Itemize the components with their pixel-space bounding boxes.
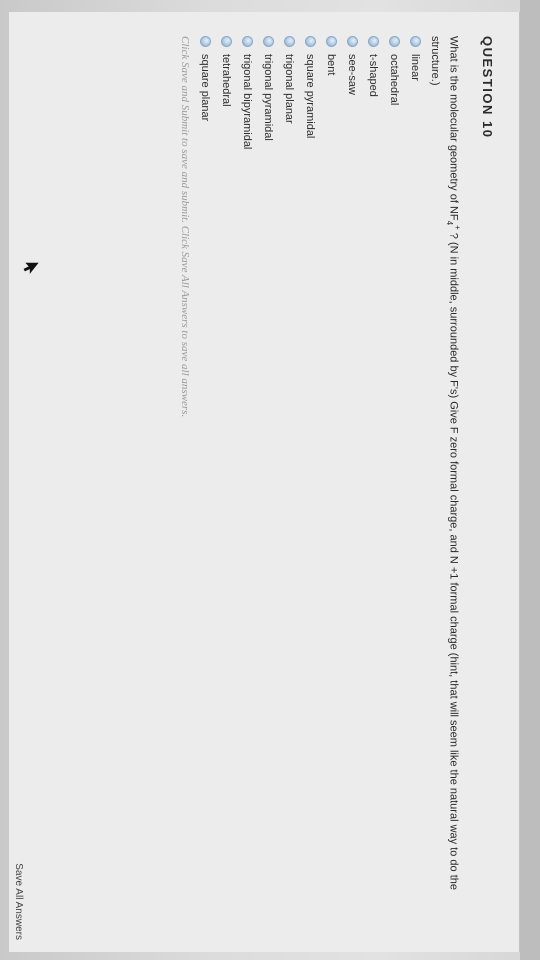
save-instructions: Click Save and Submit to save and submit… — [179, 36, 191, 418]
radio-button-icon[interactable] — [389, 36, 400, 47]
mouse-pointer-icon — [23, 262, 39, 274]
option-trigonal-planar[interactable]: trigonal planar — [279, 36, 300, 436]
option-tetrahedral[interactable]: tetrahedral — [216, 36, 237, 436]
radio-button-icon[interactable] — [368, 36, 379, 47]
option-bent[interactable]: bent — [321, 36, 342, 436]
option-label: square planar — [199, 54, 212, 122]
option-label: trigonal planar — [283, 54, 296, 124]
option-label: t-shaped — [367, 54, 380, 97]
prompt-text-start: What is the molecular geometry of NF — [447, 36, 460, 221]
question-panel: QUESTION 10 What is the molecular geomet… — [9, 12, 520, 952]
option-see-saw[interactable]: see-saw — [342, 36, 363, 436]
option-label: trigonal bipyramidal — [241, 54, 254, 150]
option-trigonal-pyramidal[interactable]: trigonal pyramidal — [258, 36, 279, 436]
radio-button-icon[interactable] — [284, 36, 295, 47]
option-square-pyramidal[interactable]: square pyramidal — [300, 36, 321, 436]
option-label: bent — [325, 54, 338, 76]
option-trigonal-bipyramidal[interactable]: trigonal bipyramidal — [237, 36, 258, 436]
option-label: square pyramidal — [304, 54, 317, 139]
radio-button-icon[interactable] — [326, 36, 337, 47]
radio-button-icon[interactable] — [347, 36, 358, 47]
question-heading: QUESTION 10 — [480, 36, 495, 139]
radio-button-icon[interactable] — [410, 36, 421, 47]
option-label: linear — [409, 54, 422, 81]
screen-edge — [520, 0, 540, 960]
option-label: see-saw — [346, 54, 359, 95]
question-prompt: What is the molecular geometry of NF4+ ?… — [427, 36, 465, 926]
radio-button-icon[interactable] — [305, 36, 316, 47]
option-square-planar[interactable]: square planar — [195, 36, 216, 436]
rotated-view: QUESTION 10 What is the molecular geomet… — [9, 12, 520, 952]
option-linear[interactable]: linear — [405, 36, 426, 436]
radio-button-icon[interactable] — [200, 36, 211, 47]
save-all-answers-button[interactable]: Save All Answers — [11, 860, 27, 940]
radio-button-icon[interactable] — [242, 36, 253, 47]
option-t-shaped[interactable]: t-shaped — [363, 36, 384, 436]
option-label: octahedral — [388, 54, 401, 106]
option-label: tetrahedral — [220, 54, 233, 107]
answer-options: linear octahedral t-shaped see-saw bent … — [195, 36, 426, 436]
option-label: trigonal pyramidal — [262, 54, 275, 141]
option-octahedral[interactable]: octahedral — [384, 36, 405, 436]
radio-button-icon[interactable] — [221, 36, 232, 47]
radio-button-icon[interactable] — [263, 36, 274, 47]
